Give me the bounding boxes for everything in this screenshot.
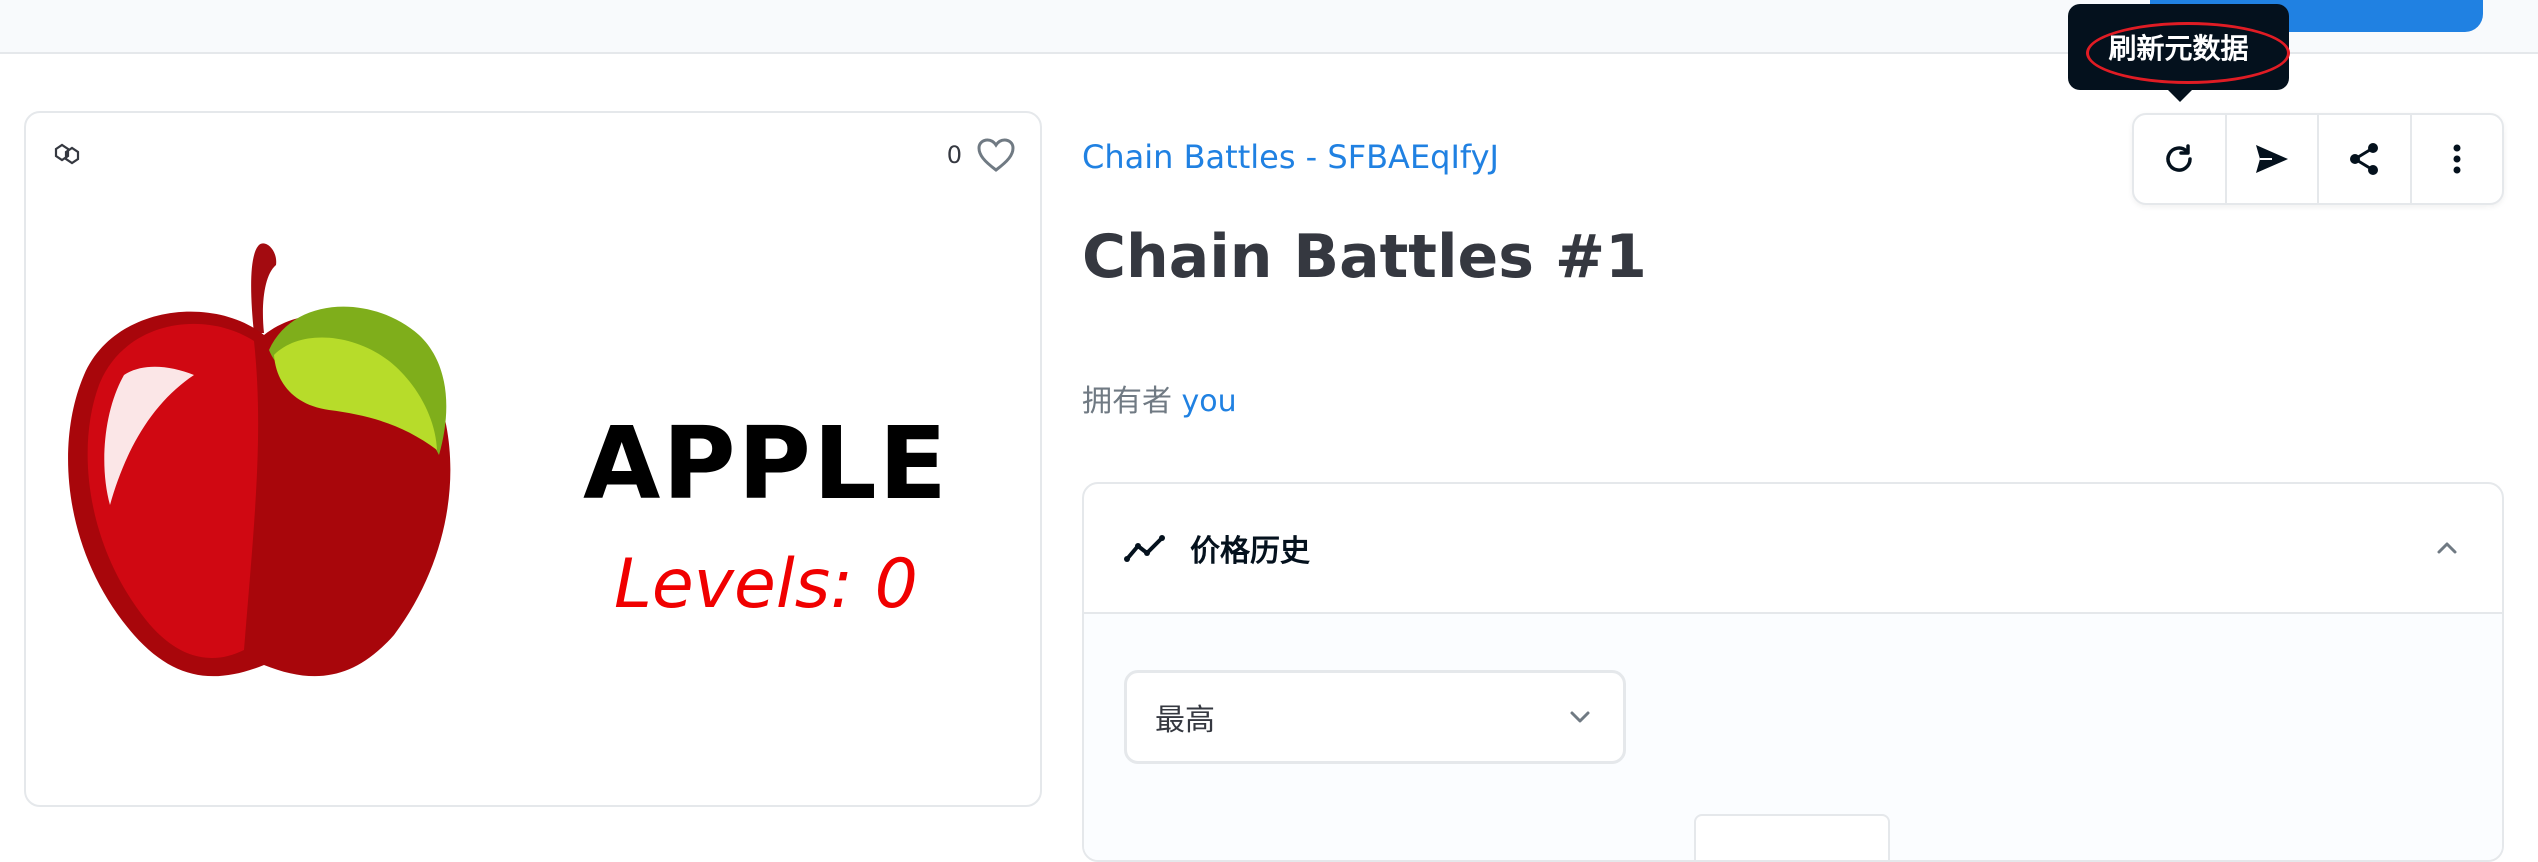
polygon-chain-icon	[54, 143, 80, 165]
chevron-up-icon[interactable]	[2432, 533, 2462, 563]
price-history-body: 最高	[1084, 614, 2502, 860]
time-range-value: 最高	[1155, 703, 1215, 738]
more-vertical-icon	[2453, 144, 2461, 174]
nft-image-card: 0 APPLE Levels: 0	[24, 111, 1042, 807]
asset-action-group	[2132, 113, 2504, 205]
collection-link[interactable]: Chain Battles - SFBAEqIfyJ	[1082, 138, 1499, 176]
owner-line: 拥有者 you	[1082, 376, 1237, 420]
price-history-title: 价格历史	[1190, 534, 1310, 569]
refresh-metadata-button[interactable]	[2134, 115, 2227, 203]
highlight-circle	[2086, 22, 2290, 84]
share-button[interactable]	[2319, 115, 2412, 203]
owner-link[interactable]: you	[1182, 384, 1237, 419]
favorite-count: 0	[946, 141, 962, 169]
asset-title: Chain Battles #1	[1082, 222, 1647, 292]
time-range-select[interactable]: 最高	[1124, 670, 1626, 764]
nft-levels-text: Levels: 0	[614, 545, 918, 624]
share-icon	[2350, 143, 2379, 175]
tooltip-arrow	[2166, 88, 2194, 102]
heart-icon[interactable]	[976, 137, 1016, 173]
chevron-down-icon	[1570, 711, 1590, 723]
apple-illustration	[68, 243, 451, 677]
price-history-header[interactable]: 价格历史	[1084, 484, 2502, 614]
price-history-panel: 价格历史 最高	[1082, 482, 2504, 862]
more-options-button[interactable]	[2412, 115, 2503, 203]
refresh-icon	[2166, 144, 2193, 172]
trend-chart-icon	[1124, 535, 1165, 562]
transfer-button[interactable]	[2227, 115, 2319, 203]
chart-area	[1694, 814, 1890, 860]
nft-name-text: APPLE	[582, 405, 949, 522]
send-icon	[2255, 145, 2288, 173]
owner-label: 拥有者	[1082, 384, 1172, 419]
